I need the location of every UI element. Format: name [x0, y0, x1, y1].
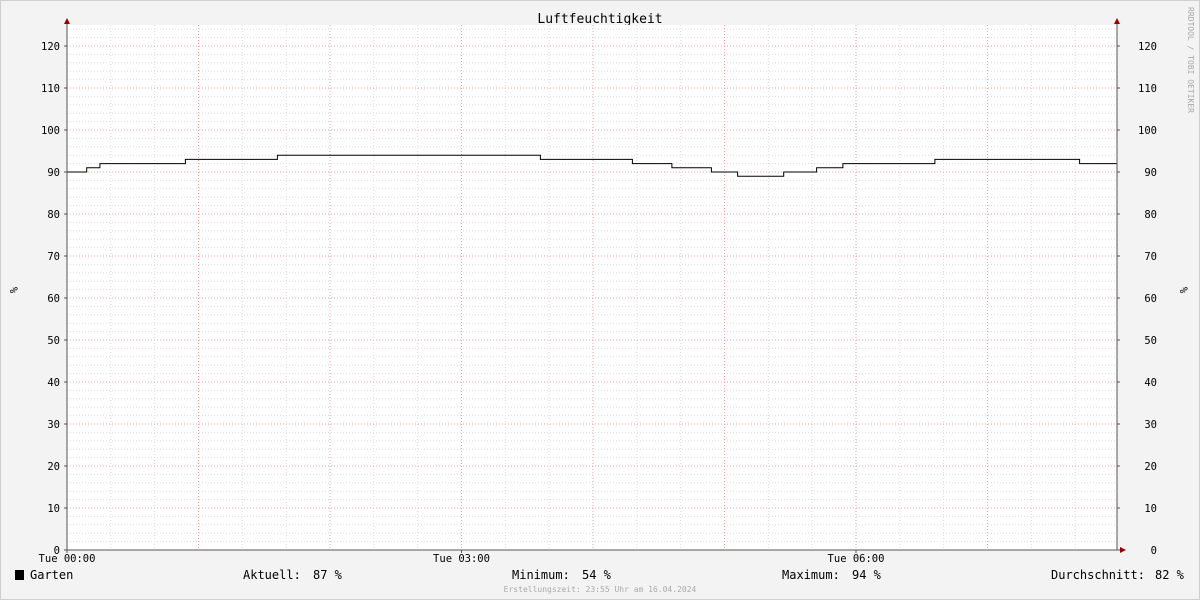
y-tick-label-left: 30	[47, 419, 60, 431]
humidity-chart: Luftfeuchtigkeit RRDTOOL / TOBI OETIKER …	[7, 7, 1195, 594]
y-tick-label-right: 30	[1144, 419, 1157, 431]
y-tick-label-left: 100	[41, 125, 60, 137]
legend-swatch-garten	[15, 570, 24, 580]
y-tick-label-left: 10	[47, 503, 60, 515]
y-tick-label-right: 20	[1144, 461, 1157, 473]
y-tick-label-right: 10	[1144, 503, 1157, 515]
footer-timestamp: Erstellungszeit: 23:55 Uhr am 16.04.2024	[504, 585, 697, 594]
legend-aktuell-value: 87 %	[313, 568, 343, 582]
y-tick-label-left: 60	[47, 293, 60, 305]
y-tick-label-left: 80	[47, 209, 60, 221]
y-axis-arrow-right	[1114, 18, 1120, 24]
x-tick-label: Tue 06:00	[828, 553, 885, 565]
legend-durchschnitt-value: 82 %	[1155, 568, 1185, 582]
legend-series-name: Garten	[30, 568, 73, 582]
legend-maximum-label: Maximum:	[782, 568, 840, 582]
y-tick-label-right: 40	[1144, 377, 1157, 389]
chart-title: Luftfeuchtigkeit	[537, 12, 662, 27]
y-axis-label-left: %	[7, 287, 19, 294]
y-tick-label-left: 40	[47, 377, 60, 389]
x-tick-labels: Tue 00:00Tue 03:00Tue 06:00Tue 09:00Tue …	[39, 550, 885, 565]
legend-minimum-label: Minimum:	[512, 568, 570, 582]
legend-aktuell-label: Aktuell:	[243, 568, 301, 582]
y-tick-label-left: 110	[41, 83, 60, 95]
y-tick-label-left: 20	[47, 461, 60, 473]
watermark-text: RRDTOOL / TOBI OETIKER	[1186, 7, 1195, 113]
y-tick-label-right: 100	[1138, 125, 1157, 137]
y-tick-label-right: 50	[1144, 335, 1157, 347]
y-tick-label-left: 70	[47, 251, 60, 263]
y-tick-label-left: 50	[47, 335, 60, 347]
x-axis-arrow	[1120, 547, 1126, 553]
x-tick-label: Tue 00:00	[39, 553, 96, 565]
y-tick-label-right: 120	[1138, 41, 1157, 53]
y-tick-label-left: 90	[47, 167, 60, 179]
legend-durchschnitt-label: Durchschnitt:	[1051, 568, 1145, 582]
y-axis-arrow-left	[64, 18, 70, 24]
y-tick-label-right: 60	[1144, 293, 1157, 305]
y-tick-label-right: 90	[1144, 167, 1157, 179]
y-tick-label-right: 110	[1138, 83, 1157, 95]
legend-minimum-value: 54 %	[582, 568, 612, 582]
plot-area	[67, 25, 1117, 550]
y-tick-label-right: 70	[1144, 251, 1157, 263]
legend-maximum-value: 94 %	[852, 568, 882, 582]
y-tick-label-right: 80	[1144, 209, 1157, 221]
y-tick-label-left: 120	[41, 41, 60, 53]
y-tick-label-right: 0	[1151, 545, 1157, 557]
x-tick-label: Tue 03:00	[433, 553, 490, 565]
y-axis-label-right: %	[1177, 287, 1189, 294]
